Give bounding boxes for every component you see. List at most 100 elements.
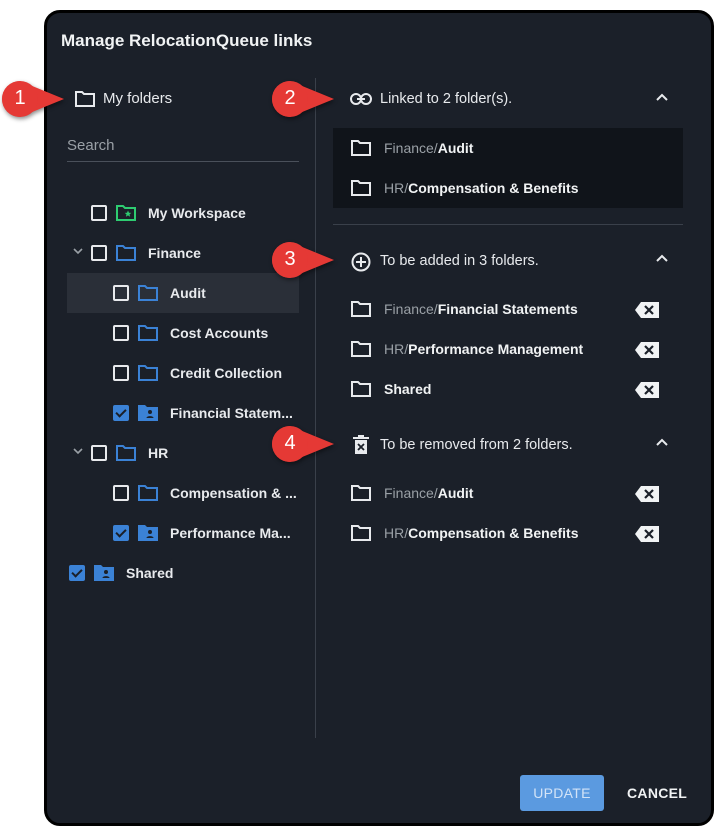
section-divider: [333, 224, 683, 225]
folder-checkbox[interactable]: [113, 485, 129, 501]
remove-backspace-icon[interactable]: [634, 485, 660, 503]
callout-marker: 4: [270, 424, 338, 464]
folder-outline-icon: [350, 380, 372, 398]
tree-item[interactable]: Audit: [67, 273, 299, 313]
tree-item[interactable]: Financial Statem...: [67, 393, 299, 433]
folder-outline-icon: [137, 284, 159, 302]
folder-path-leaf: Financial Statements: [437, 301, 578, 317]
folder-path-leaf: Audit: [437, 485, 474, 501]
link-icon: [350, 92, 372, 106]
folder-path: HR/Performance Management: [384, 341, 583, 357]
tree-item-label: Finance: [148, 245, 201, 261]
to-remove-section-title: To be removed from 2 folders.: [380, 437, 573, 453]
folder-outline-icon: [350, 484, 372, 502]
remove-backspace-icon[interactable]: [634, 381, 660, 399]
tree-item-label: Credit Collection: [170, 365, 283, 381]
folder-outline-icon: [350, 300, 372, 318]
remove-backspace-icon[interactable]: [634, 341, 660, 359]
my-folders-header: My folders: [103, 90, 173, 107]
collapse-remove-chevron-up-icon[interactable]: [656, 438, 668, 446]
tree-item[interactable]: Cost Accounts: [67, 313, 299, 353]
folder-checkbox[interactable]: [113, 325, 129, 341]
folder-path-leaf: Shared: [384, 381, 432, 397]
dialog-title: Manage RelocationQueue links: [61, 31, 313, 50]
panel-divider: [315, 78, 316, 738]
tree-item[interactable]: Performance Ma...: [67, 513, 299, 553]
folder-checkbox[interactable]: [113, 365, 129, 381]
update-button[interactable]: UPDATE: [520, 775, 604, 811]
tree-item[interactable]: Credit Collection: [67, 353, 299, 393]
folder-path-leaf: Performance Management: [408, 341, 584, 357]
folder-path: HR/Compensation & Benefits: [384, 180, 578, 196]
delete-bin-icon: [353, 435, 369, 455]
tree-item[interactable]: HR: [67, 433, 299, 473]
tree-item-label: Compensation & ...: [170, 485, 297, 501]
folder-checkbox[interactable]: [91, 445, 107, 461]
workspace-folder-icon: [115, 204, 137, 222]
folder-path-parent: Finance/: [384, 301, 438, 317]
tree-item-label: Performance Ma...: [170, 525, 291, 541]
chevron-down-icon[interactable]: [73, 248, 83, 255]
collapse-linked-chevron-up-icon[interactable]: [656, 93, 668, 101]
tree-item-label: My Workspace: [148, 205, 246, 221]
folder-outline-icon: [115, 244, 137, 262]
callout-marker: 1: [0, 79, 68, 119]
folder-checkbox[interactable]: [91, 245, 107, 261]
callout-number: 2: [284, 87, 296, 109]
folder-checkbox[interactable]: [113, 285, 129, 301]
folder-outline-icon: [137, 364, 159, 382]
folder-path-parent: Finance/: [384, 140, 438, 156]
folder-path: Finance/Financial Statements: [384, 301, 578, 317]
folder-outline-icon: [350, 179, 372, 197]
folder-path: HR/Compensation & Benefits: [384, 525, 578, 541]
callout-number: 3: [284, 248, 296, 270]
folder-path: Finance/Audit: [384, 140, 473, 156]
tree-item-label: Audit: [170, 285, 206, 301]
folder-checkbox[interactable]: [113, 405, 129, 421]
callout-number: 1: [14, 87, 26, 109]
callout-number: 4: [284, 432, 296, 454]
tree-item-label: Cost Accounts: [170, 325, 269, 341]
folder-checkbox[interactable]: [69, 565, 85, 581]
cancel-button[interactable]: CANCEL: [621, 775, 693, 811]
folder-outline-icon: [115, 444, 137, 462]
folder-path-parent: HR/: [384, 180, 409, 196]
collapse-add-chevron-up-icon[interactable]: [656, 254, 668, 262]
shared-folder-icon: [137, 524, 159, 542]
tree-item[interactable]: Compensation & ...: [67, 473, 299, 513]
shared-folder-icon: [93, 564, 115, 582]
folder-path-leaf: Audit: [437, 140, 474, 156]
tree-item[interactable]: Finance: [67, 233, 299, 273]
shared-folder-icon: [137, 404, 159, 422]
folder-outline-icon: [350, 524, 372, 542]
linked-section-title: Linked to 2 folder(s).: [380, 91, 513, 107]
folder-path-leaf: Compensation & Benefits: [408, 180, 579, 196]
remove-backspace-icon[interactable]: [634, 301, 660, 319]
folder-path-leaf: Compensation & Benefits: [408, 525, 579, 541]
folder-checkbox[interactable]: [91, 205, 107, 221]
folder-path-parent: HR/: [384, 341, 409, 357]
folder-outline-icon: [137, 324, 159, 342]
tree-item-label: Shared: [126, 565, 174, 581]
tree-item[interactable]: Shared: [67, 553, 299, 593]
manage-links-dialog: Manage RelocationQueue links My folders …: [44, 10, 714, 826]
callout-marker: 2: [270, 79, 338, 119]
remove-backspace-icon[interactable]: [634, 525, 660, 543]
folder-path-parent: HR/: [384, 525, 409, 541]
folder-outline-icon: [74, 90, 96, 108]
search-underline: [67, 161, 299, 162]
chevron-down-icon[interactable]: [73, 448, 83, 455]
add-circle-icon: [351, 252, 371, 272]
folder-path-parent: Finance/: [384, 485, 438, 501]
folder-outline-icon: [137, 484, 159, 502]
folder-outline-icon: [350, 340, 372, 358]
folder-checkbox[interactable]: [113, 525, 129, 541]
tree-item-label: HR: [148, 445, 169, 461]
folder-path: Shared: [384, 381, 431, 397]
folder-path: Finance/Audit: [384, 485, 473, 501]
tree-item[interactable]: My Workspace: [67, 193, 299, 233]
search-input[interactable]: Search: [67, 137, 115, 154]
folder-outline-icon: [350, 139, 372, 157]
tree-item-label: Financial Statem...: [170, 405, 293, 421]
to-add-section-title: To be added in 3 folders.: [380, 253, 539, 269]
